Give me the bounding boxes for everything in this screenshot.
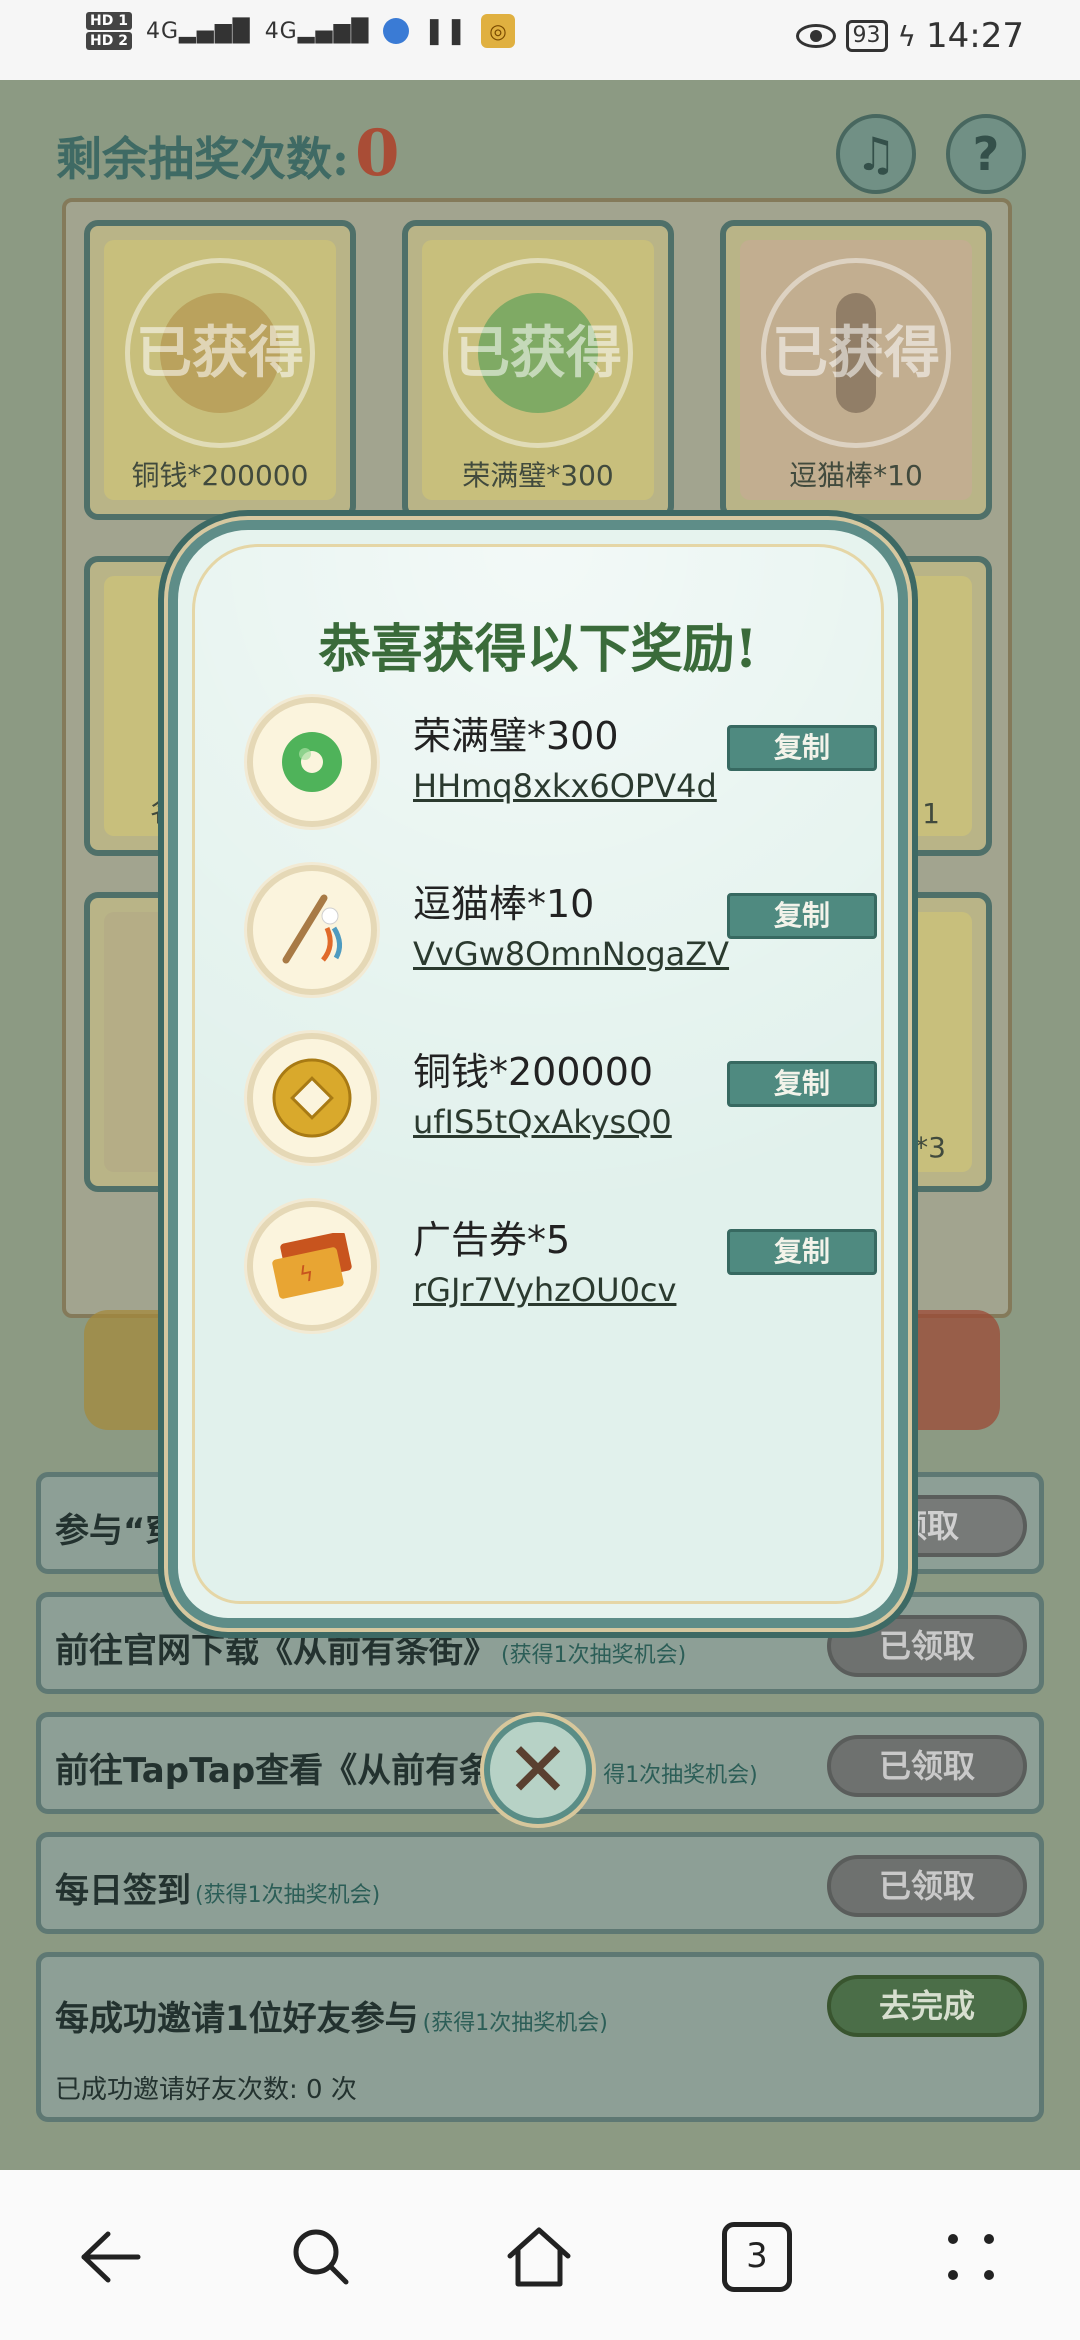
close-icon: ✕ — [506, 1725, 570, 1814]
prize-label: 逗猫棒*10 — [789, 459, 923, 492]
hd1-badge: HD 1 — [86, 12, 132, 30]
search-icon[interactable] — [286, 2222, 356, 2292]
obtained-stamp: 已获得 — [443, 257, 633, 448]
lottery-count: 0 — [354, 116, 400, 191]
more-icon[interactable] — [936, 2222, 1006, 2292]
home-icon[interactable] — [504, 2222, 574, 2292]
signal-2-label: 4G — [264, 18, 298, 44]
task-title-text: 每成功邀请1位好友参与 — [55, 1999, 419, 2039]
reward-dialog-panel: 恭喜获得以下奖励! 荣满璧*300 HHmq8xkx6OPV4d 复制 逗猫棒*… — [192, 544, 884, 1604]
cat-wand-glyph — [282, 894, 342, 964]
reward-item: 荣满璧*300 HHmq8xkx6OPV4d 复制 — [247, 697, 887, 847]
close-dialog-button[interactable]: ✕ — [484, 1716, 592, 1824]
copper-coin-glyph — [272, 1058, 352, 1138]
lottery-label: 剩余抽奖次数: — [56, 132, 349, 186]
reward-dialog: 恭喜获得以下奖励! 荣满璧*300 HHmq8xkx6OPV4d 复制 逗猫棒*… — [168, 520, 908, 1628]
obtained-stamp: 已获得 — [761, 257, 951, 448]
reward-name: 广告券*5 — [413, 1218, 571, 1262]
jade-disc-glyph — [282, 732, 342, 792]
task-title: 前往官网下载《从前有条街》 (获得1次抽奖机会) — [55, 1623, 686, 1672]
jade-disc-icon — [247, 697, 377, 827]
eye-comfort-icon — [795, 24, 836, 48]
copper-coin-icon — [247, 1033, 377, 1163]
pause-icon: ❚❚ — [423, 16, 467, 46]
music-icon[interactable]: ♫ — [836, 114, 916, 194]
tab-count: 3 — [746, 2236, 768, 2276]
task-note: (获得1次抽奖机会) — [422, 2011, 608, 2036]
invite-count: 已成功邀请好友次数: 0 次 — [55, 2075, 357, 2105]
prize-label: 铜钱*200000 — [131, 459, 309, 492]
signal-1-label: 4G — [145, 18, 179, 44]
reward-item: 逗猫棒*10 VvGw8OmnNogaZV 复制 — [247, 865, 887, 1015]
reward-name: 逗猫棒*10 — [413, 882, 595, 926]
copy-button[interactable]: 复制 — [727, 1229, 877, 1275]
task-title-text: 参与“穿 — [55, 1511, 180, 1551]
back-icon[interactable] — [74, 2222, 144, 2292]
copy-button[interactable]: 复制 — [727, 1061, 877, 1107]
clock: 14:27 — [926, 16, 1024, 56]
reward-code[interactable]: rGJr7VyhzOU0cv — [413, 1271, 676, 1309]
charging-icon: ϟ — [897, 19, 917, 53]
reward-item: 铜钱*200000 ufIS5tQxAkysQ0 复制 — [247, 1033, 887, 1183]
copy-button[interactable]: 复制 — [727, 725, 877, 771]
status-bar: HD 1 HD 2 4G▂▄▆█ 4G▂▄▆█ ❚❚ ◎ 93 ϟ 14:27 — [0, 0, 1080, 80]
task-title: 每日签到 (获得1次抽奖机会) — [55, 1863, 380, 1912]
prize-label: 荣满璧*300 — [462, 459, 614, 492]
copy-button[interactable]: 复制 — [727, 893, 877, 939]
dialog-title: 恭喜获得以下奖励! — [318, 619, 758, 680]
prize-cell: 已获得 铜钱*200000 — [84, 220, 356, 520]
navigation-bar: 3 — [0, 2170, 1080, 2340]
task-title: 前往TapTap查看《从前有条 得1次抽奖机会) — [55, 1743, 758, 1792]
tabs-button[interactable]: 3 — [722, 2222, 792, 2292]
claimed-button[interactable]: 已领取 — [827, 1855, 1027, 1917]
game-app-icon: ◎ — [481, 14, 515, 48]
ad-ticket-icon: ϟ — [247, 1201, 377, 1331]
reward-name: 荣满璧*300 — [413, 714, 619, 758]
task-title-text: 前往TapTap查看《从前有条 — [55, 1751, 494, 1791]
reward-code[interactable]: VvGw8OmnNogaZV — [413, 935, 729, 973]
task-note: (获得1次抽奖机会) — [501, 1643, 687, 1668]
status-left: HD 1 HD 2 4G▂▄▆█ 4G▂▄▆█ ❚❚ ◎ — [86, 12, 515, 50]
signal-1: 4G▂▄▆█ — [145, 18, 251, 44]
battery-icon: 93 — [845, 20, 888, 52]
browser-app-icon — [383, 18, 410, 44]
prize-cell: 已获得 逗猫棒*10 — [720, 220, 992, 520]
task-title-text: 前往官网下载《从前有条街》 — [55, 1631, 497, 1671]
reward-item: ϟ 广告券*5 rGJr7VyhzOU0cv 复制 — [247, 1201, 887, 1351]
task-note: (获得1次抽奖机会) — [195, 1883, 381, 1908]
reward-code[interactable]: HHmq8xkx6OPV4d — [413, 767, 717, 805]
ad-ticket-glyph: ϟ — [272, 1233, 352, 1299]
lottery-remaining: 剩余抽奖次数:0 — [56, 116, 400, 191]
reward-code[interactable]: ufIS5tQxAkysQ0 — [413, 1103, 672, 1141]
task-row: 每成功邀请1位好友参与 (获得1次抽奖机会) 去完成 已成功邀请好友次数: 0 次 — [36, 1952, 1044, 2122]
reward-name: 铜钱*200000 — [413, 1050, 654, 1094]
prize-cell: 已获得 荣满璧*300 — [402, 220, 674, 520]
claimed-button[interactable]: 已领取 — [827, 1735, 1027, 1797]
task-title: 参与“穿 — [55, 1503, 179, 1552]
task-title-text: 每日签到 — [55, 1871, 191, 1911]
go-complete-button[interactable]: 去完成 — [827, 1975, 1027, 2037]
hd2-badge: HD 2 — [86, 32, 132, 50]
task-row: 每日签到 (获得1次抽奖机会) 已领取 — [36, 1832, 1044, 1934]
task-title: 每成功邀请1位好友参与 (获得1次抽奖机会) — [55, 1991, 608, 2040]
signal-2: 4G▂▄▆█ — [264, 18, 370, 44]
help-icon[interactable]: ? — [946, 114, 1026, 194]
status-right: 93 ϟ 14:27 — [795, 16, 1024, 56]
hd-indicators: HD 1 HD 2 — [86, 12, 132, 50]
task-note: 得1次抽奖机会) — [603, 1763, 758, 1788]
obtained-stamp: 已获得 — [125, 257, 315, 448]
cat-wand-icon — [247, 865, 377, 995]
